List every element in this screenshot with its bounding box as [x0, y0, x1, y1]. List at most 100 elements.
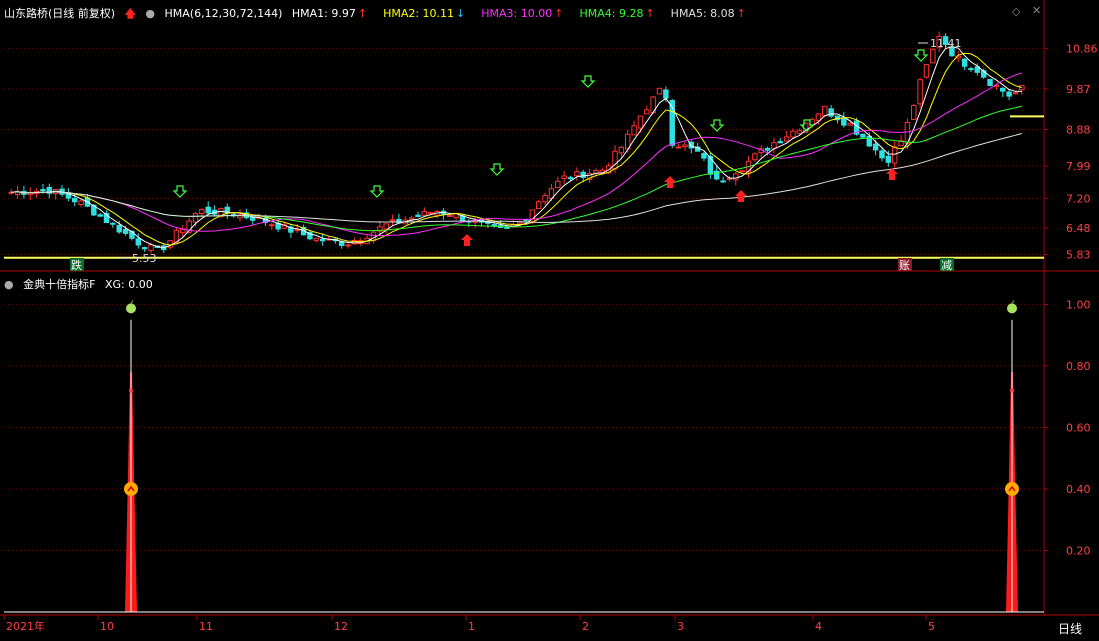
tag-jian: 减 — [941, 259, 952, 272]
candle-body — [885, 155, 892, 163]
sell-arrow-icon — [172, 185, 188, 198]
settings-circle-icon[interactable]: ● — [145, 7, 155, 20]
candle-body — [847, 122, 853, 126]
candle-body — [930, 48, 936, 64]
candle-body — [192, 213, 199, 223]
buy-arrow-icon — [735, 190, 747, 202]
y-tick-label: 0.80 — [1066, 360, 1091, 373]
candle-body — [777, 141, 784, 144]
candle-body — [205, 206, 211, 214]
period-label[interactable]: 日线 — [1058, 620, 1082, 637]
x-tick-label: 10 — [100, 620, 114, 633]
candle-body — [415, 214, 421, 218]
rise-badge-icon — [1005, 481, 1019, 496]
y-tick-label: 0.40 — [1066, 483, 1091, 496]
buy-arrow-icon — [664, 176, 676, 188]
candle-body — [879, 150, 885, 159]
close-icon[interactable]: ✕ — [1032, 4, 1041, 17]
x-tick-label: 3 — [677, 620, 684, 633]
candle-body — [110, 222, 116, 225]
trend-arrow-icon: ↑ — [645, 7, 655, 20]
trend-arrow-icon: ↑ — [736, 7, 746, 20]
candle-body — [822, 105, 828, 117]
candle-body — [968, 68, 974, 71]
candle-body — [663, 89, 669, 99]
rise-badge-icon — [124, 481, 138, 496]
y-tick-label: 7.99 — [1066, 160, 1091, 173]
signal-dot — [129, 388, 133, 393]
y-tick-label: 8.88 — [1066, 123, 1091, 136]
candle-body — [1006, 91, 1012, 97]
y-tick-label: 6.48 — [1066, 222, 1091, 235]
x-tick-label: 2021年 — [6, 619, 45, 633]
y-tick-label: 0.60 — [1066, 421, 1091, 434]
candle-body — [491, 224, 497, 227]
chart-window: 10.86 9.87 8.88 7.99 7.20 6.48 5.83 1.00 0.80 0.6… — [0, 0, 1099, 638]
hma-line-5 — [11, 133, 1022, 223]
candle-body — [536, 201, 542, 210]
hma-line-1 — [11, 45, 1022, 249]
candle-body — [408, 217, 415, 220]
candle-body — [555, 180, 561, 189]
candle-body — [631, 125, 637, 136]
tag-zhang: 账 — [899, 259, 910, 272]
y-tick-label: 9.87 — [1066, 83, 1091, 96]
candle-body — [675, 146, 682, 149]
y-tick-label: 5.83 — [1066, 248, 1091, 261]
apple-stem — [130, 299, 134, 304]
stock-title[interactable]: 山东路桥(日线 前复权) — [4, 7, 115, 20]
hma-value: HMA4: 9.28 — [579, 7, 644, 20]
candle-body — [313, 237, 320, 241]
candle-body — [574, 171, 580, 177]
candle-body — [618, 146, 625, 154]
hma-item-4: HMA4: 9.28 ↑ — [579, 7, 660, 20]
candle-body — [27, 192, 33, 196]
x-tick-label: 12 — [334, 620, 348, 633]
apple-icon — [126, 303, 136, 314]
candle-body — [917, 79, 923, 105]
y-tick-label: 1.00 — [1066, 298, 1091, 311]
hma-line-2 — [11, 52, 1022, 246]
candle-body — [427, 211, 434, 214]
candle-body — [891, 146, 898, 164]
x-tick-label: 2 — [582, 620, 589, 633]
xg-value: XG: 0.00 — [104, 278, 153, 291]
chart-canvas: 10.86 9.87 8.88 7.99 7.20 6.48 5.83 1.00 0.80 0.6… — [0, 0, 1099, 633]
hma-item-1: HMA1: 9.97 ↑ — [292, 7, 373, 20]
candle-body — [911, 105, 917, 120]
candle-body — [923, 64, 930, 78]
candle-body — [764, 147, 771, 151]
candle-body — [1000, 87, 1006, 92]
candle-body — [828, 108, 834, 117]
candle-body — [345, 244, 351, 247]
candle-body — [733, 173, 739, 181]
candle-body — [637, 115, 644, 129]
diamond-icon[interactable]: ◇ — [1012, 5, 1020, 18]
hma-value: HMA3: 10.00 — [481, 7, 553, 20]
candle-body — [389, 219, 396, 222]
y-tick-label: 10.86 — [1066, 42, 1098, 55]
indicator-name[interactable]: 金典十倍指标F — [23, 278, 95, 291]
candle-body — [338, 241, 345, 246]
settings-circle-icon[interactable]: ● — [4, 278, 14, 291]
apple-stem — [1011, 299, 1015, 304]
hma-item-3: HMA3: 10.00 ↑ — [481, 7, 569, 20]
hma-params[interactable]: HMA(6,12,30,72,144) — [165, 7, 283, 20]
candle-body — [644, 109, 650, 115]
x-tick-label: 1 — [468, 620, 475, 633]
high-label: 11.41 — [930, 37, 962, 50]
candle-body — [567, 177, 574, 180]
trend-arrow-icon: ↑ — [357, 7, 368, 20]
candle-body — [841, 117, 847, 126]
sell-arrow-icon — [369, 185, 385, 198]
candle-body — [752, 153, 758, 161]
x-tick-label: 11 — [199, 620, 213, 633]
hma-value: HMA1: 9.97 — [291, 7, 356, 20]
signal-dot — [1010, 388, 1014, 393]
tag-die: 跌 — [71, 258, 82, 272]
candle-body — [1012, 92, 1019, 95]
candle-body — [116, 224, 122, 233]
candle-body — [593, 170, 599, 174]
candle-body — [141, 247, 148, 250]
candle-body — [866, 135, 872, 147]
